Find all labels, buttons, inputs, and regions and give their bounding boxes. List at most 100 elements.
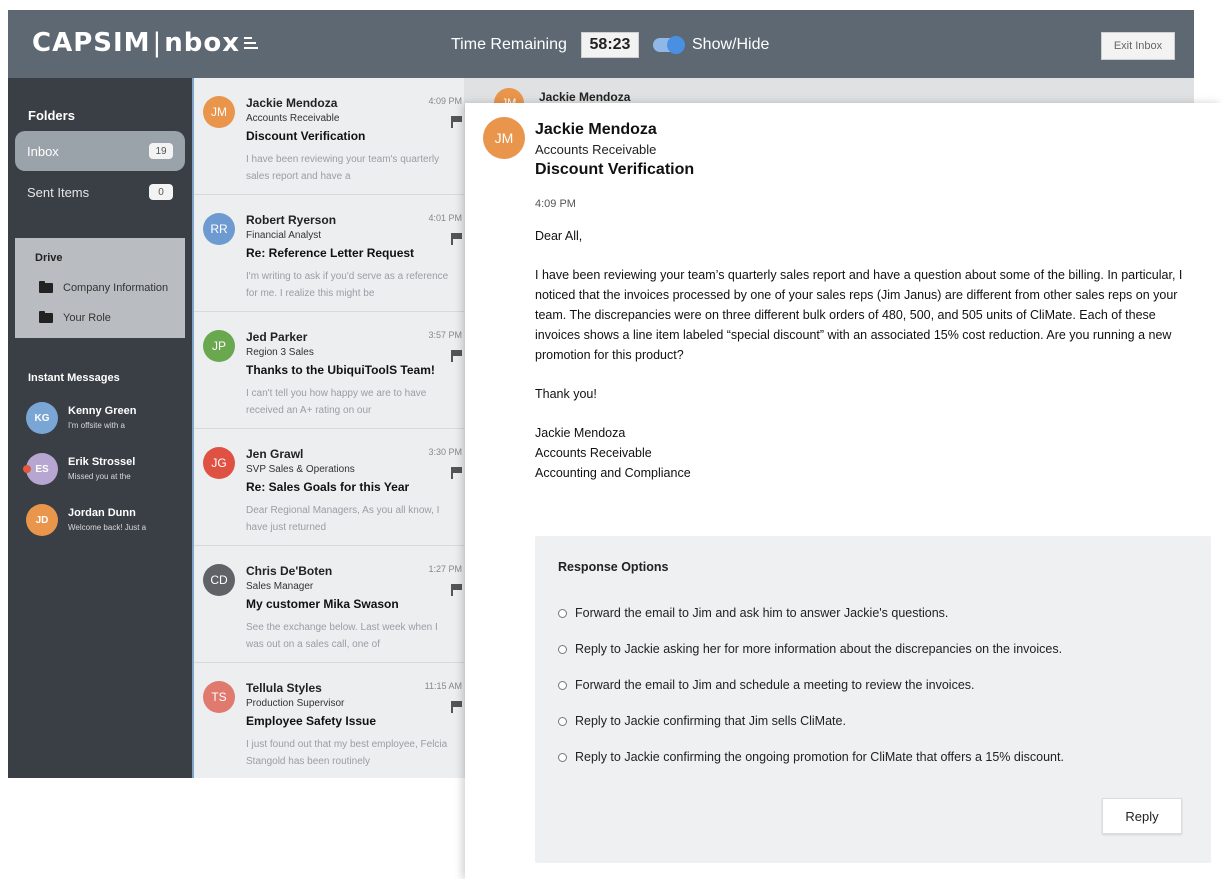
signature-role: Accounts Receivable bbox=[535, 446, 652, 460]
email-body: Dear All, I have been reviewing your tea… bbox=[535, 226, 1195, 483]
im-preview: Welcome back! Just a bbox=[68, 523, 147, 532]
email-greeting: Dear All, bbox=[535, 229, 583, 243]
message-item-tellula-styles[interactable]: TS Tellula Styles Production Supervisor … bbox=[194, 663, 464, 778]
response-option-1[interactable]: Forward the email to Jim and ask him to … bbox=[558, 606, 948, 620]
email-time: 4:09 PM bbox=[535, 198, 576, 210]
email-paragraph: I have been reviewing your team’s quarte… bbox=[535, 268, 1183, 362]
reply-button[interactable]: Reply bbox=[1102, 798, 1182, 834]
response-option-5[interactable]: Reply to Jackie confirming the ongoing p… bbox=[558, 750, 1064, 764]
message-subject: Re: Sales Goals for this Year bbox=[246, 480, 410, 494]
flag-icon[interactable] bbox=[451, 701, 462, 713]
sender-role: Accounts Receivable bbox=[246, 113, 340, 124]
message-subject: My customer Mika Swason bbox=[246, 597, 399, 611]
flag-icon[interactable] bbox=[451, 233, 462, 245]
message-subject: Thanks to the UbiquiToolS Team! bbox=[246, 363, 435, 377]
avatar: JM bbox=[483, 117, 525, 159]
drive-item-label: Company Information bbox=[63, 282, 169, 294]
message-item-jed-parker[interactable]: JP Jed Parker Region 3 Sales Thanks to t… bbox=[194, 312, 464, 429]
drive-section: Drive Company Information Your Role bbox=[15, 238, 185, 338]
email-sender-role: Accounts Receivable bbox=[535, 142, 657, 157]
avatar: RR bbox=[203, 213, 235, 245]
folder-label: Sent Items bbox=[27, 184, 90, 200]
unread-dot-icon bbox=[23, 465, 31, 473]
message-time: 4:09 PM bbox=[428, 96, 462, 106]
sender-name: Jed Parker bbox=[246, 330, 308, 344]
radio-icon[interactable] bbox=[558, 752, 567, 762]
option-label: Forward the email to Jim and schedule a … bbox=[575, 678, 975, 692]
drive-item-your-role[interactable]: Your Role bbox=[39, 311, 111, 324]
avatar: CD bbox=[203, 564, 235, 596]
response-option-4[interactable]: Reply to Jackie confirming that Jim sell… bbox=[558, 714, 846, 728]
show-hide-label: Show/Hide bbox=[692, 36, 770, 53]
message-item-jackie-mendoza[interactable]: JM Jackie Mendoza Accounts Receivable Di… bbox=[194, 78, 464, 195]
avatar: JP bbox=[203, 330, 235, 362]
drive-title: Drive bbox=[35, 252, 63, 264]
menu-lines-icon bbox=[244, 34, 259, 52]
flag-icon[interactable] bbox=[451, 467, 462, 479]
folders-title: Folders bbox=[28, 108, 75, 123]
sender-name: Jen Grawl bbox=[246, 447, 304, 461]
im-item-kenny-green[interactable]: KG Kenny Green I'm offsite with a bbox=[26, 402, 186, 438]
im-preview: Missed you at the bbox=[68, 472, 131, 481]
message-time: 3:30 PM bbox=[428, 447, 462, 457]
email-sender-name: Jackie Mendoza bbox=[535, 121, 657, 138]
capsim-logo: CAPSIM | nbox bbox=[32, 28, 259, 58]
avatar: JG bbox=[203, 447, 235, 479]
option-label: Reply to Jackie asking her for more info… bbox=[575, 642, 1063, 656]
im-item-erik-strossel[interactable]: ES Erik Strossel Missed you at the bbox=[23, 453, 186, 489]
message-list: JM Jackie Mendoza Accounts Receivable Di… bbox=[192, 78, 464, 778]
drive-item-label: Your Role bbox=[63, 312, 111, 324]
im-name: Kenny Green bbox=[68, 405, 137, 417]
im-item-jordan-dunn[interactable]: JD Jordan Dunn Welcome back! Just a bbox=[26, 504, 186, 540]
logo-separator: | bbox=[152, 28, 163, 58]
flag-icon[interactable] bbox=[451, 350, 462, 362]
response-option-2[interactable]: Reply to Jackie asking her for more info… bbox=[558, 642, 1062, 656]
flag-icon[interactable] bbox=[451, 584, 462, 596]
email-detail-panel: JM Jackie Mendoza Accounts Receivable Di… bbox=[465, 103, 1222, 879]
message-subject: Discount Verification bbox=[246, 129, 366, 143]
im-name: Erik Strossel bbox=[68, 456, 136, 468]
sender-role: Region 3 Sales bbox=[246, 347, 314, 358]
email-signature: Jackie Mendoza Accounts Receivable Accou… bbox=[535, 423, 1195, 483]
message-preview: I can't tell you how happy we are to hav… bbox=[246, 388, 427, 416]
avatar: TS bbox=[203, 681, 235, 713]
im-preview: I'm offsite with a bbox=[68, 421, 125, 430]
folder-icon bbox=[39, 311, 53, 323]
radio-icon[interactable] bbox=[558, 644, 567, 654]
message-preview: I just found out that my best employee, … bbox=[246, 739, 448, 767]
message-time: 4:01 PM bbox=[428, 213, 462, 223]
flag-icon[interactable] bbox=[451, 116, 462, 128]
logo-right: nbox bbox=[164, 28, 241, 58]
response-option-3[interactable]: Forward the email to Jim and schedule a … bbox=[558, 678, 975, 692]
message-subject: Employee Safety Issue bbox=[246, 714, 377, 728]
message-item-robert-ryerson[interactable]: RR Robert Ryerson Financial Analyst Re: … bbox=[194, 195, 464, 312]
top-bar: CAPSIM | nbox Time Remaining 58:23 Show/… bbox=[8, 10, 1194, 78]
email-subject: Discount Verification bbox=[535, 161, 695, 178]
radio-icon[interactable] bbox=[558, 680, 567, 690]
sender-name: Tellula Styles bbox=[246, 681, 322, 695]
sender-name: Jackie Mendoza bbox=[246, 96, 338, 110]
show-hide-toggle[interactable] bbox=[653, 36, 685, 54]
message-item-chris-deboten[interactable]: CD Chris De'Boten Sales Manager My custo… bbox=[194, 546, 464, 663]
folder-inbox[interactable]: Inbox 19 bbox=[15, 131, 185, 171]
message-time: 1:27 PM bbox=[428, 564, 462, 574]
timer-label: Time Remaining bbox=[451, 36, 567, 53]
sender-role: Financial Analyst bbox=[246, 230, 322, 241]
radio-icon[interactable] bbox=[558, 608, 567, 618]
message-preview: Dear Regional Managers, As you all know,… bbox=[246, 505, 440, 533]
drive-item-company-information[interactable]: Company Information bbox=[39, 281, 169, 294]
logo-left: CAPSIM bbox=[32, 28, 151, 58]
sender-name: Jackie Mendoza bbox=[539, 90, 631, 104]
im-name: Jordan Dunn bbox=[68, 507, 136, 519]
email-thanks: Thank you! bbox=[535, 387, 597, 401]
response-options-box: Response Options Forward the email to Ji… bbox=[535, 536, 1211, 863]
timer-value: 58:23 bbox=[581, 32, 639, 58]
sidebar: Folders Inbox 19 Sent Items 0 Drive Comp… bbox=[8, 78, 192, 778]
exit-inbox-button[interactable]: Exit Inbox bbox=[1101, 32, 1175, 60]
message-time: 11:15 AM bbox=[424, 681, 462, 691]
sender-name: Robert Ryerson bbox=[246, 213, 337, 227]
folder-sent-items[interactable]: Sent Items 0 bbox=[15, 172, 185, 212]
message-preview: I have been reviewing your team's quarte… bbox=[246, 154, 440, 182]
message-item-jen-grawl[interactable]: JG Jen Grawl SVP Sales & Operations Re: … bbox=[194, 429, 464, 546]
radio-icon[interactable] bbox=[558, 716, 567, 726]
